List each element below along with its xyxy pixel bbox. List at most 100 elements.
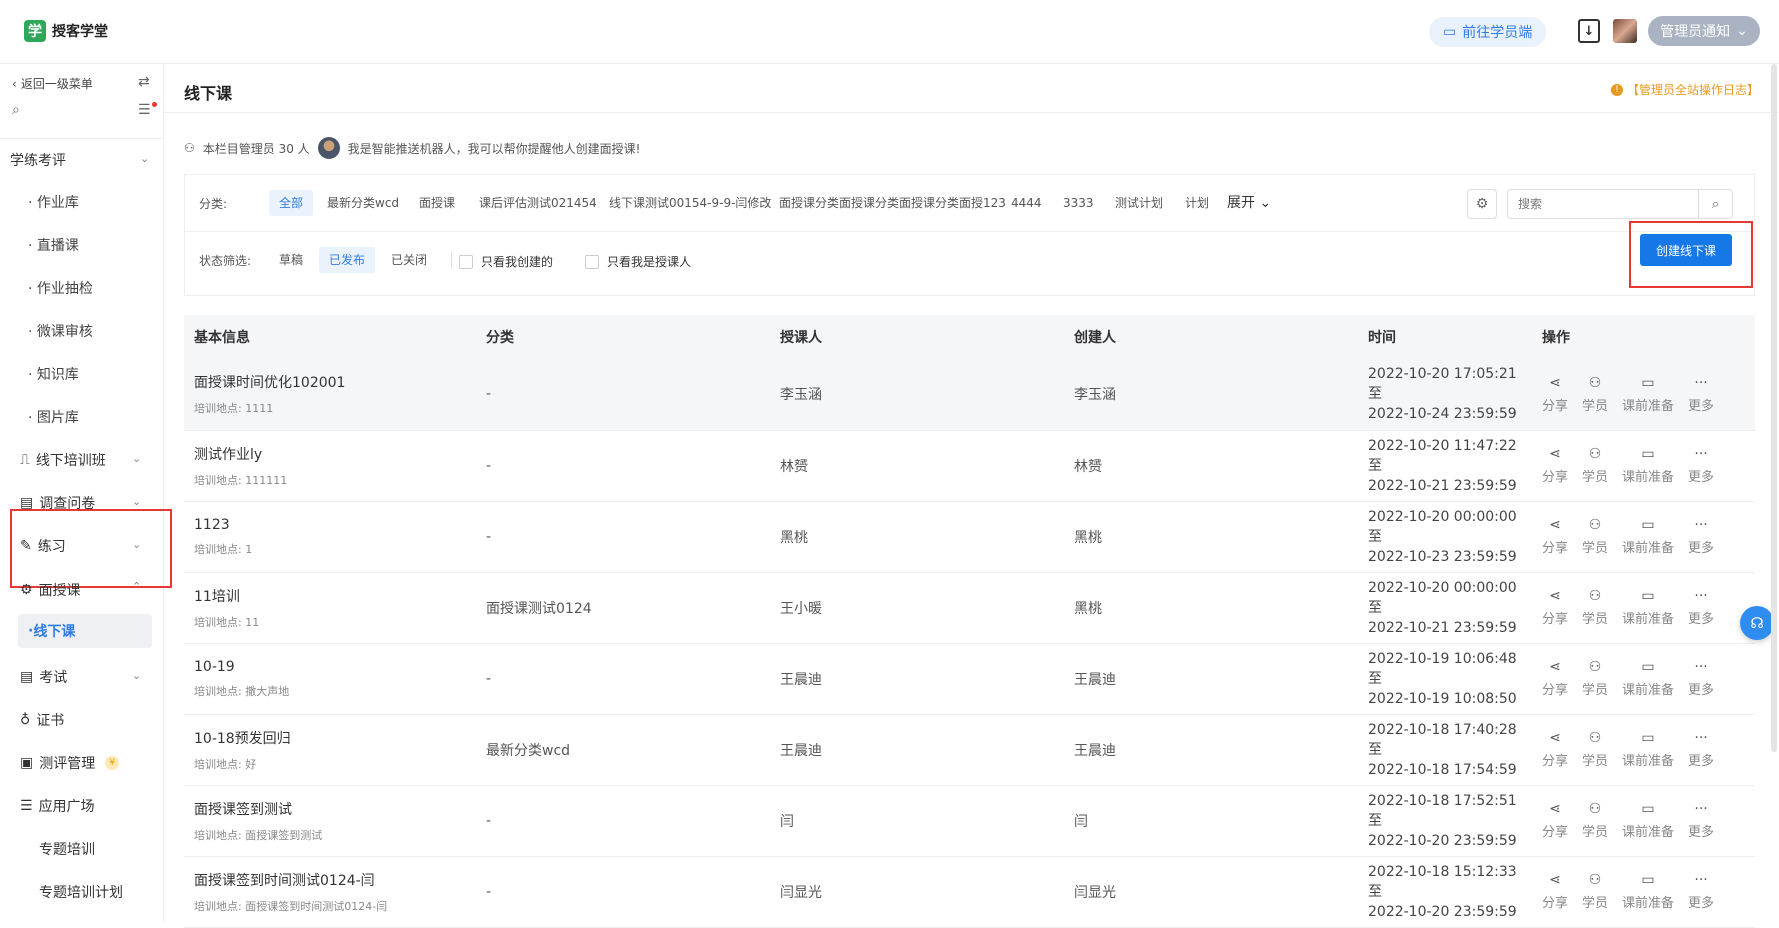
lesson-name[interactable]: 测试作业ly [194, 444, 476, 464]
create-offline-lesson-button[interactable]: 创建线下课 [1640, 234, 1732, 266]
prep-button[interactable]: ▭ 课前准备 [1622, 446, 1674, 485]
download-icon[interactable]: ↓ [1578, 19, 1600, 43]
category-chip[interactable]: 全部 [269, 190, 314, 216]
back-to-main-menu[interactable]: ‹ 返回一级菜单 [12, 75, 93, 92]
students-button[interactable]: ⚇ 学员 [1582, 872, 1608, 911]
category-chip[interactable]: 4444 [1001, 190, 1052, 216]
sidebar-item-certificate[interactable]: ♁ 证书 [20, 710, 64, 730]
lesson-name[interactable]: 10-18预发回归 [194, 728, 476, 748]
sidebar-item-offline-lesson[interactable]: · 线下课 [18, 614, 152, 648]
sidebar-item-face-course[interactable]: ⚙ 面授课 [20, 580, 81, 600]
table-row[interactable]: 测试作业ly 培训地点: 111111 - 林赟 林赟 2022-10-20 1… [184, 430, 1755, 502]
table-row[interactable]: 10-19 培训地点: 撒大声地 - 王晨迪 王晨迪 2022-10-19 10… [184, 643, 1755, 715]
status-chip-closed[interactable]: 已关闭 [381, 247, 437, 273]
checkbox[interactable] [459, 254, 473, 269]
more-button[interactable]: ··· 更多 [1688, 375, 1714, 414]
more-button[interactable]: ··· 更多 [1688, 446, 1714, 485]
lesson-name[interactable]: 面授课签到时间测试0124-闫 [194, 870, 476, 890]
prep-button[interactable]: ▭ 课前准备 [1622, 517, 1674, 556]
more-button[interactable]: ··· 更多 [1688, 517, 1714, 556]
sidebar-item-exam[interactable]: ▤ 考试 [20, 667, 67, 687]
share-button[interactable]: ⋖ 分享 [1542, 517, 1568, 556]
share-button[interactable]: ⋖ 分享 [1542, 659, 1568, 698]
sidebar-item-topic-training[interactable]: 专题培训 [39, 839, 95, 859]
sidebar-item-app-square[interactable]: ☰ 应用广场 [20, 796, 95, 816]
sidebar-item-spot-check[interactable]: · 作业抽检 [28, 278, 93, 298]
scrollbar[interactable] [1771, 64, 1777, 752]
prep-button[interactable]: ▭ 课前准备 [1622, 801, 1674, 840]
search-input[interactable] [1508, 190, 1698, 218]
prep-button[interactable]: ▭ 课前准备 [1622, 659, 1674, 698]
sidebar-item-topic-plan[interactable]: 专题培训计划 [39, 882, 123, 902]
avatar[interactable] [1613, 19, 1637, 43]
more-button[interactable]: ··· 更多 [1688, 730, 1714, 769]
students-button[interactable]: ⚇ 学员 [1582, 588, 1608, 627]
lesson-name[interactable]: 10-19 [194, 659, 476, 675]
lesson-name[interactable]: 1123 [194, 517, 476, 533]
chevron-down-icon[interactable]: ⌄ [132, 452, 141, 465]
admin-count[interactable]: 本栏目管理员 30 人 [203, 140, 310, 157]
sidebar-item-images[interactable]: · 图片库 [28, 407, 79, 427]
students-button[interactable]: ⚇ 学员 [1582, 517, 1608, 556]
only-teacher-checkbox[interactable]: 只看我是授课人 [585, 253, 691, 270]
students-button[interactable]: ⚇ 学员 [1582, 801, 1608, 840]
only-mine-checkbox[interactable]: 只看我创建的 [459, 253, 553, 270]
swap-icon[interactable]: ⇄ [138, 74, 150, 90]
category-chip[interactable]: 3333 [1053, 190, 1104, 216]
more-button[interactable]: ··· 更多 [1688, 588, 1714, 627]
category-chip[interactable]: 课后评估测试021454 [469, 190, 607, 216]
table-row[interactable]: 11培训 培训地点: 11 面授课测试0124 王小暖 黑桃 2022-10-2… [184, 572, 1755, 644]
more-button[interactable]: ··· 更多 [1688, 872, 1714, 911]
table-row[interactable]: 面授课签到测试 培训地点: 面授课签到测试 - 闫 闫 2022-10-18 1… [184, 785, 1755, 857]
chevron-down-icon[interactable]: ⌄ [132, 669, 141, 682]
share-button[interactable]: ⋖ 分享 [1542, 730, 1568, 769]
students-button[interactable]: ⚇ 学员 [1582, 659, 1608, 698]
lesson-name[interactable]: 面授课时间优化102001 [194, 372, 476, 392]
category-chip[interactable]: 线下课测试00154-9-9-闫修改 [599, 190, 781, 216]
sidebar-item-eval-mgmt[interactable]: ▣ 测评管理 ¥ [20, 753, 120, 773]
share-button[interactable]: ⋖ 分享 [1542, 872, 1568, 911]
category-chip[interactable]: 面授课 [409, 190, 465, 216]
sidebar-item-knowledge[interactable]: · 知识库 [28, 364, 79, 384]
students-button[interactable]: ⚇ 学员 [1582, 446, 1608, 485]
table-row[interactable]: 1123 培训地点: 1 - 黑桃 黑桃 2022-10-20 00:00:00… [184, 501, 1755, 573]
sidebar-item-offline-class[interactable]: ⎍ 线下培训班 [20, 450, 106, 470]
chevron-down-icon[interactable]: ⌄ [132, 495, 141, 508]
prep-button[interactable]: ▭ 课前准备 [1622, 375, 1674, 414]
checkbox[interactable] [585, 254, 599, 269]
students-button[interactable]: ⚇ 学员 [1582, 375, 1608, 414]
expand-toggle[interactable]: 展开 ⌄ [1217, 190, 1281, 216]
share-button[interactable]: ⋖ 分享 [1542, 375, 1568, 414]
lesson-name[interactable]: 面授课签到测试 [194, 799, 476, 819]
app-logo[interactable]: 学 授客学堂 [24, 20, 108, 42]
search-icon[interactable]: ⌕ [12, 102, 20, 118]
table-row[interactable]: 10-18预发回归 培训地点: 好 最新分类wcd 王晨迪 王晨迪 2022-1… [184, 714, 1755, 786]
more-button[interactable]: ··· 更多 [1688, 659, 1714, 698]
category-chip[interactable]: 面授课分类面授课分类面授课分类面授123 [769, 190, 1016, 216]
more-button[interactable]: ··· 更多 [1688, 801, 1714, 840]
prep-button[interactable]: ▭ 课前准备 [1622, 730, 1674, 769]
students-button[interactable]: ⚇ 学员 [1582, 730, 1608, 769]
prep-button[interactable]: ▭ 课前准备 [1622, 588, 1674, 627]
status-chip-draft[interactable]: 草稿 [269, 247, 313, 273]
search-icon[interactable]: ⌕ [1698, 190, 1732, 218]
sidebar-group-practice-eval[interactable]: 学练考评 [10, 150, 66, 170]
prep-button[interactable]: ▭ 课前准备 [1622, 872, 1674, 911]
table-row[interactable]: 面授课签到时间测试0124-闫 培训地点: 面授课签到时间测试0124-闫 - … [184, 856, 1755, 928]
support-icon[interactable]: ☊ [1740, 606, 1774, 640]
category-chip[interactable]: 计划 [1175, 190, 1219, 216]
goto-student-button[interactable]: ▭ 前往学员端 [1429, 17, 1547, 47]
chevron-down-icon[interactable]: ⌄ [140, 152, 149, 165]
share-button[interactable]: ⋖ 分享 [1542, 801, 1568, 840]
sidebar-item-micro-review[interactable]: · 微课审核 [28, 321, 93, 341]
sidebar-item-live[interactable]: · 直播课 [28, 235, 79, 255]
settings-filter-icon[interactable]: ☰ [138, 102, 151, 118]
category-chip[interactable]: 测试计划 [1105, 190, 1173, 216]
status-chip-published[interactable]: 已发布 [319, 247, 376, 273]
admin-log-link[interactable]: ! 【管理员全站操作日志】 [1610, 81, 1759, 98]
category-chip[interactable]: 最新分类wcd [317, 190, 409, 216]
sidebar-item-homework[interactable]: · 作业库 [28, 192, 79, 212]
share-button[interactable]: ⋖ 分享 [1542, 588, 1568, 627]
chevron-up-icon[interactable]: ⌃ [132, 580, 141, 593]
admin-notice-button[interactable]: 管理员通知 ⌄ [1648, 16, 1760, 46]
